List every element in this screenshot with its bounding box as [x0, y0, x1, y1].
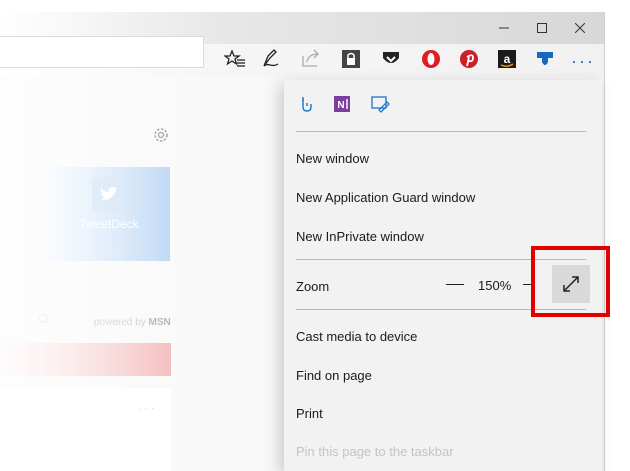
tweetdeck-tile[interactable]: TweetDeck	[48, 167, 170, 261]
maximize-button[interactable]	[522, 12, 562, 44]
favorites-star-icon[interactable]	[222, 46, 248, 72]
lock-icon[interactable]	[338, 46, 364, 72]
close-icon	[575, 23, 585, 33]
minimize-button[interactable]	[484, 12, 524, 44]
powered-text: powered by	[94, 317, 146, 328]
more-actions-button[interactable]: ···	[563, 44, 603, 80]
svg-text:a: a	[504, 52, 511, 66]
card-more-icon[interactable]: ···	[137, 399, 157, 415]
address-bar[interactable]	[0, 36, 204, 68]
minimize-icon	[499, 27, 509, 29]
svg-text:N: N	[337, 100, 344, 111]
tile-label: TweetDeck	[79, 217, 139, 231]
whiteboard-icon[interactable]	[370, 94, 390, 114]
onenote-icon[interactable]: N	[332, 94, 352, 114]
menu-item-new-window[interactable]: New window	[296, 142, 586, 174]
maximize-icon	[537, 23, 547, 33]
search-icon[interactable]	[38, 313, 50, 325]
zoom-value: 150%	[478, 278, 512, 293]
touch-mouse-icon[interactable]	[296, 94, 316, 114]
amazon-icon[interactable]: a	[494, 46, 520, 72]
menu-item-pin-to-taskbar[interactable]: Pin this page to the taskbar	[296, 435, 586, 467]
powered-by-msn: powered by MSN	[94, 317, 171, 328]
share-icon[interactable]	[298, 46, 324, 72]
pen-icon[interactable]	[258, 46, 284, 72]
news-banner[interactable]	[0, 343, 171, 376]
menu-item-print[interactable]: Print	[296, 397, 586, 429]
pocket-icon[interactable]	[378, 46, 404, 72]
twitter-bird-icon	[92, 177, 126, 211]
settings-gear-icon[interactable]	[151, 125, 171, 145]
menu-item-find-on-page[interactable]: Find on page	[296, 359, 586, 391]
menu-separator	[296, 131, 586, 132]
pinterest-icon[interactable]	[456, 46, 482, 72]
close-button[interactable]	[560, 12, 600, 44]
menu-item-new-application-guard-window[interactable]: New Application Guard window	[296, 181, 586, 213]
annotation-highlight-box	[531, 246, 610, 317]
zoom-out-button[interactable]	[446, 284, 464, 285]
msn-brand: MSN	[148, 317, 171, 328]
opera-icon[interactable]	[418, 46, 444, 72]
extension-icon[interactable]	[532, 46, 558, 72]
menu-item-cast-media[interactable]: Cast media to device	[296, 320, 586, 352]
